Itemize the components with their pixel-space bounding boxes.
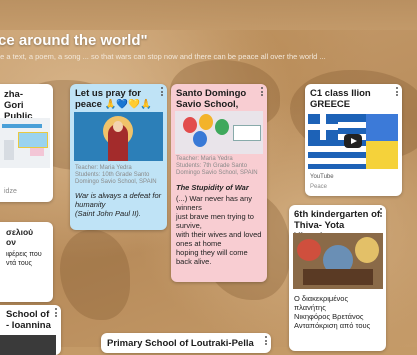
post-card-greek-text[interactable]: σελιού ον ιφέρεις που ντά τους	[0, 222, 53, 302]
map-continent	[60, 230, 130, 320]
post-text: ιφέρεις που ντά τους	[6, 251, 42, 267]
post-text: (...) War never has any winners just bra…	[176, 194, 262, 266]
post-title: Primary School of Loutraki-Pella	[107, 338, 254, 349]
post-card-pray-for-peace[interactable]: Let us pray for peace 🙏💙💛🙏 Teacher: Maria…	[70, 84, 167, 230]
board-title: ce around the world"	[0, 32, 148, 49]
more-options-icon[interactable]	[396, 87, 398, 96]
post-heading: The Stupidity of War	[176, 183, 249, 192]
post-text: Ο διακεκριμένος πλανήτης Νικηφόρος Βρετά…	[294, 294, 371, 330]
play-icon[interactable]	[344, 134, 362, 148]
video-source: YouTube	[310, 174, 334, 180]
post-card-gori[interactable]: zha- Gori Public idze	[0, 84, 53, 202]
post-image	[0, 335, 56, 355]
post-title: C1 class Ilion GREECE	[310, 88, 371, 110]
post-image-hands	[175, 111, 263, 154]
post-meta: Teacher: Maria Yedra Students: 10th Grade…	[75, 165, 157, 185]
more-options-icon[interactable]	[161, 87, 163, 96]
post-image-drawing	[293, 233, 383, 289]
post-video-thumbnail[interactable]	[308, 114, 398, 169]
more-options-icon[interactable]	[265, 336, 267, 345]
more-options-icon[interactable]	[55, 308, 57, 317]
post-title: Let us pray for peace 🙏💙💛🙏	[75, 88, 152, 110]
post-card-santo-domingo[interactable]: Santo DomingoSavio School, SPAIN Teacher…	[171, 84, 267, 282]
post-image-saint	[74, 112, 163, 161]
post-card-ioannina[interactable]: School of - Ioannina	[0, 305, 61, 355]
board-description: te a text, a poem, a song ... so that wa…	[0, 52, 326, 61]
post-card-thiva[interactable]: 6th kindergarten ofThiva- Yota Vlouchou …	[289, 205, 386, 351]
post-title: σελιού ον	[6, 227, 34, 247]
post-card-ilion[interactable]: C1 class Ilion GREECE YouTube Peace	[305, 84, 402, 196]
post-text: War is always a defeat for humanity (Saint…	[75, 191, 162, 218]
post-caption: Peace	[310, 184, 328, 190]
post-title: School of - Ioannina	[6, 309, 51, 331]
board-header: ce around the world" te a text, a poem, …	[0, 30, 417, 72]
top-bar	[0, 0, 417, 30]
post-attachment-label: idze	[4, 188, 17, 195]
post-card-loutraki[interactable]: Primary School of Loutraki-Pella	[101, 333, 271, 353]
post-meta: Teacher: Maria Yedra Students: 7th Grade …	[176, 156, 258, 176]
post-image	[0, 118, 50, 168]
